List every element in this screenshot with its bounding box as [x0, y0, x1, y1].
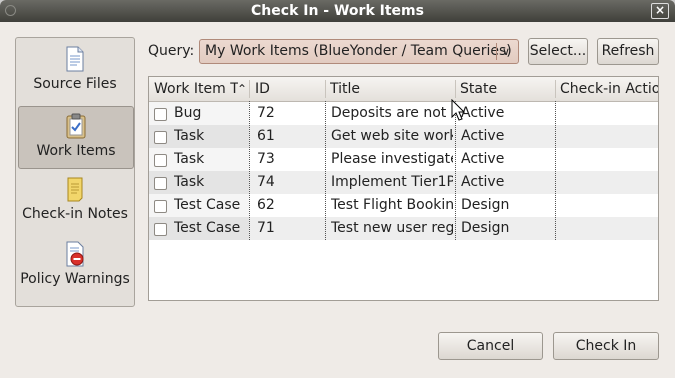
check-in-dialog: Check In - Work Items × Source Files Wor…	[0, 0, 675, 378]
refresh-button[interactable]: Refresh	[597, 38, 659, 65]
sidebar-item-label: Check-in Notes	[22, 206, 128, 222]
table-row[interactable]: Bug 72 Deposits are not b Active	[149, 102, 658, 125]
cell-type: Bug	[174, 105, 202, 121]
query-label: Query:	[148, 43, 195, 59]
sidebar-item-policy-warnings[interactable]: Policy Warnings	[18, 241, 132, 295]
query-selected-value: My Work Items (BlueYonder / Team Queries…	[205, 43, 512, 59]
table-row[interactable]: Test Case 62 Test Flight Booking Design	[149, 194, 658, 217]
sort-ascending-icon: ⌃	[237, 82, 248, 96]
select-button[interactable]: Select...	[528, 38, 588, 65]
cell-id: 62	[257, 197, 275, 213]
cancel-button[interactable]: Cancel	[438, 332, 543, 360]
column-header-id[interactable]: ID	[255, 81, 325, 97]
sidebar-item-label: Work Items	[36, 143, 116, 159]
column-header-state[interactable]: State	[460, 81, 555, 97]
sidebar-item-label: Source Files	[33, 76, 117, 92]
column-divider	[325, 101, 326, 240]
row-checkbox[interactable]	[154, 223, 167, 236]
sidebar-item-source-files[interactable]: Source Files	[18, 46, 132, 100]
cell-id: 72	[257, 105, 275, 121]
cell-id: 71	[257, 220, 275, 236]
chevron-down-icon[interactable]: ∨	[496, 43, 515, 60]
row-checkbox[interactable]	[154, 200, 167, 213]
row-checkbox[interactable]	[154, 177, 167, 190]
mouse-pointer-icon	[451, 99, 465, 121]
column-divider	[249, 101, 250, 240]
query-dropdown[interactable]: My Work Items (BlueYonder / Team Queries…	[199, 39, 519, 64]
cell-state: Active	[461, 128, 505, 144]
document-icon	[66, 46, 84, 72]
sidebar-item-work-items[interactable]: Work Items	[18, 106, 134, 169]
close-button[interactable]: ×	[651, 3, 669, 19]
row-checkbox[interactable]	[154, 108, 167, 121]
cell-type: Test Case	[174, 197, 241, 213]
cell-type: Task	[174, 128, 205, 144]
policy-warning-icon	[66, 241, 84, 267]
note-icon	[67, 177, 83, 202]
cell-title: Please investigate	[331, 151, 453, 167]
column-divider	[455, 101, 456, 240]
column-divider	[555, 101, 556, 240]
clipboard-icon	[66, 113, 86, 139]
table-row[interactable]: Test Case 71 Test new user regis Design	[149, 217, 658, 240]
cell-state: Active	[461, 174, 505, 190]
cell-type: Task	[174, 151, 205, 167]
sidebar-item-label: Policy Warnings	[20, 271, 130, 287]
cell-state: Design	[461, 197, 510, 213]
row-checkbox[interactable]	[154, 131, 167, 144]
cell-state: Active	[461, 105, 505, 121]
cell-id: 61	[257, 128, 275, 144]
check-in-button[interactable]: Check In	[553, 332, 659, 360]
table-row[interactable]: Task 73 Please investigate Active	[149, 148, 658, 171]
window-title: Check In - Work Items	[251, 3, 424, 19]
channel-sidebar: Source Files Work Items Check-in Notes P…	[15, 37, 135, 307]
table-header: Work Item T ⌃ ID Title State Check-in Ac…	[149, 77, 658, 102]
cell-state: Design	[461, 220, 510, 236]
table-row[interactable]: Task 74 Implement Tier1Pr Active	[149, 171, 658, 194]
cell-state: Active	[461, 151, 505, 167]
cell-id: 73	[257, 151, 275, 167]
row-checkbox[interactable]	[154, 154, 167, 167]
cell-title: Implement Tier1Pr	[331, 174, 453, 190]
cell-title: Get web site worki	[331, 128, 453, 144]
column-header-work-item-type[interactable]: Work Item T	[154, 81, 238, 97]
cell-type: Test Case	[174, 220, 241, 236]
cell-id: 74	[257, 174, 275, 190]
work-items-table: Work Item T ⌃ ID Title State Check-in Ac…	[148, 76, 659, 301]
table-row[interactable]: Task 61 Get web site worki Active	[149, 125, 658, 148]
cell-title: Deposits are not b	[331, 105, 453, 121]
cell-type: Task	[174, 174, 205, 190]
title-bar: Check In - Work Items ×	[0, 0, 675, 22]
column-header-check-in-action[interactable]: Check-in Actio	[560, 81, 658, 97]
cell-title: Test new user regis	[331, 220, 453, 236]
cell-title: Test Flight Booking	[331, 197, 453, 213]
sidebar-item-check-in-notes[interactable]: Check-in Notes	[18, 176, 132, 230]
column-header-title[interactable]: Title	[330, 81, 450, 97]
